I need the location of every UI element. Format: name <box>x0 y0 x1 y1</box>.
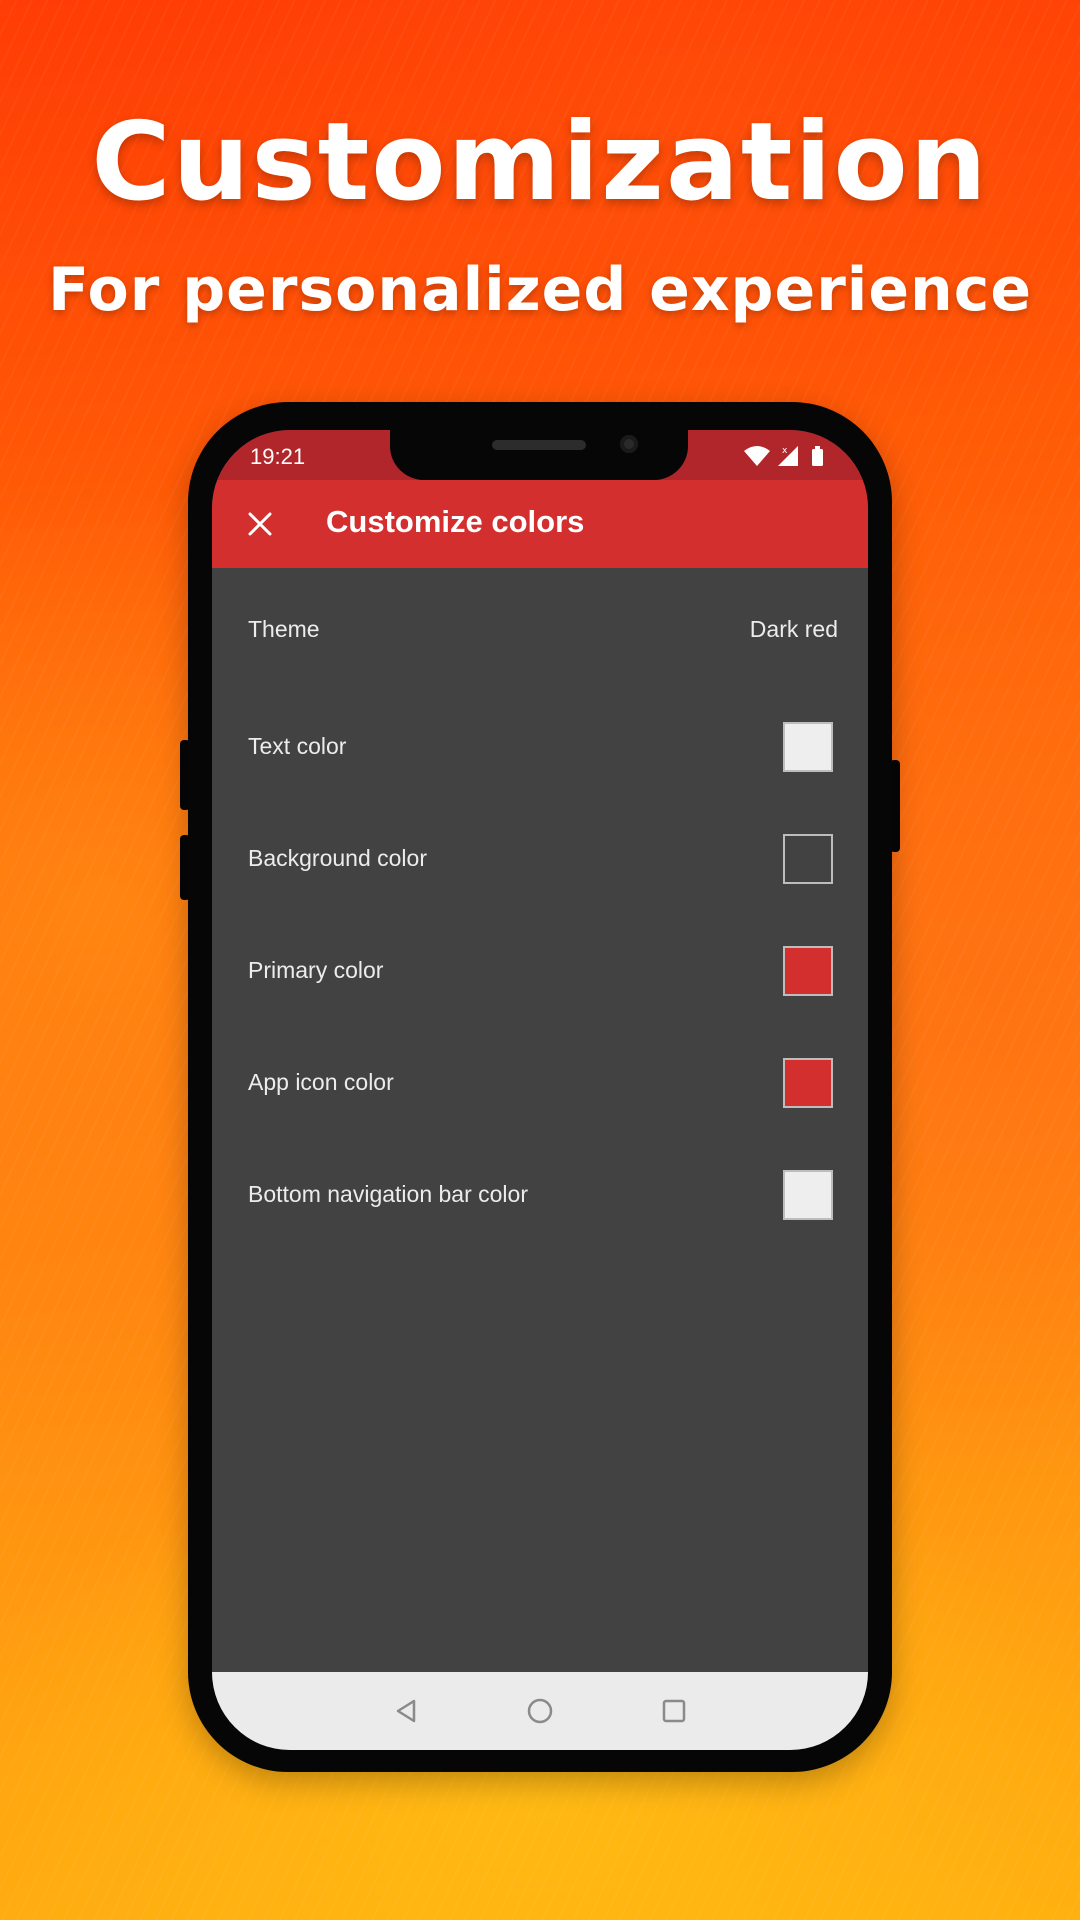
home-button[interactable] <box>523 1694 557 1728</box>
status-icons: x <box>744 446 823 466</box>
back-button[interactable] <box>389 1694 423 1728</box>
signal-icon: x <box>778 446 798 466</box>
recents-button[interactable] <box>657 1694 691 1728</box>
app-icon-color-label: App icon color <box>248 1068 394 1095</box>
theme-row[interactable]: Theme Dark red <box>212 568 868 690</box>
toolbar-title: Customize colors <box>326 504 585 539</box>
text-color-row[interactable]: Text color <box>212 690 868 802</box>
theme-label: Theme <box>248 615 320 642</box>
primary-color-row[interactable]: Primary color <box>212 914 868 1026</box>
svg-text:x: x <box>782 446 788 456</box>
primary-color-label: Primary color <box>248 956 384 983</box>
text-color-swatch[interactable] <box>783 722 833 772</box>
theme-value: Dark red <box>749 615 838 642</box>
home-icon <box>527 1698 553 1724</box>
close-icon <box>248 512 272 536</box>
bottom-nav-color-row[interactable]: Bottom navigation bar color <box>212 1138 868 1250</box>
front-camera <box>620 435 638 453</box>
background-color-row[interactable]: Background color <box>212 802 868 914</box>
speaker-grille <box>492 440 586 450</box>
app-icon-color-row[interactable]: App icon color <box>212 1026 868 1138</box>
background-color-swatch[interactable] <box>783 834 833 884</box>
close-button[interactable] <box>230 494 290 554</box>
promo-title: Customization <box>91 100 989 225</box>
status-time: 19:21 <box>250 444 306 469</box>
back-icon <box>396 1699 416 1723</box>
wifi-icon <box>744 446 770 466</box>
status-bar: 19:21 x <box>212 430 868 480</box>
primary-color-swatch[interactable] <box>783 946 833 996</box>
promo-subtitle: For personalized experience <box>47 255 1033 325</box>
app-toolbar: Customize colors <box>212 480 868 568</box>
app-icon-color-swatch[interactable] <box>783 1058 833 1108</box>
bottom-nav-color-label: Bottom navigation bar color <box>248 1180 528 1207</box>
settings-list: Theme Dark red Text color Background col… <box>212 568 868 1250</box>
phone-screen: 19:21 x Customize colors Theme Dark red … <box>212 430 868 1750</box>
recents-icon <box>662 1699 686 1723</box>
phone-notch <box>390 430 688 480</box>
background-color-label: Background color <box>248 844 427 871</box>
bottom-nav-color-swatch[interactable] <box>783 1170 833 1220</box>
system-nav-bar <box>212 1672 868 1750</box>
text-color-label: Text color <box>248 732 347 759</box>
battery-icon <box>812 446 823 466</box>
